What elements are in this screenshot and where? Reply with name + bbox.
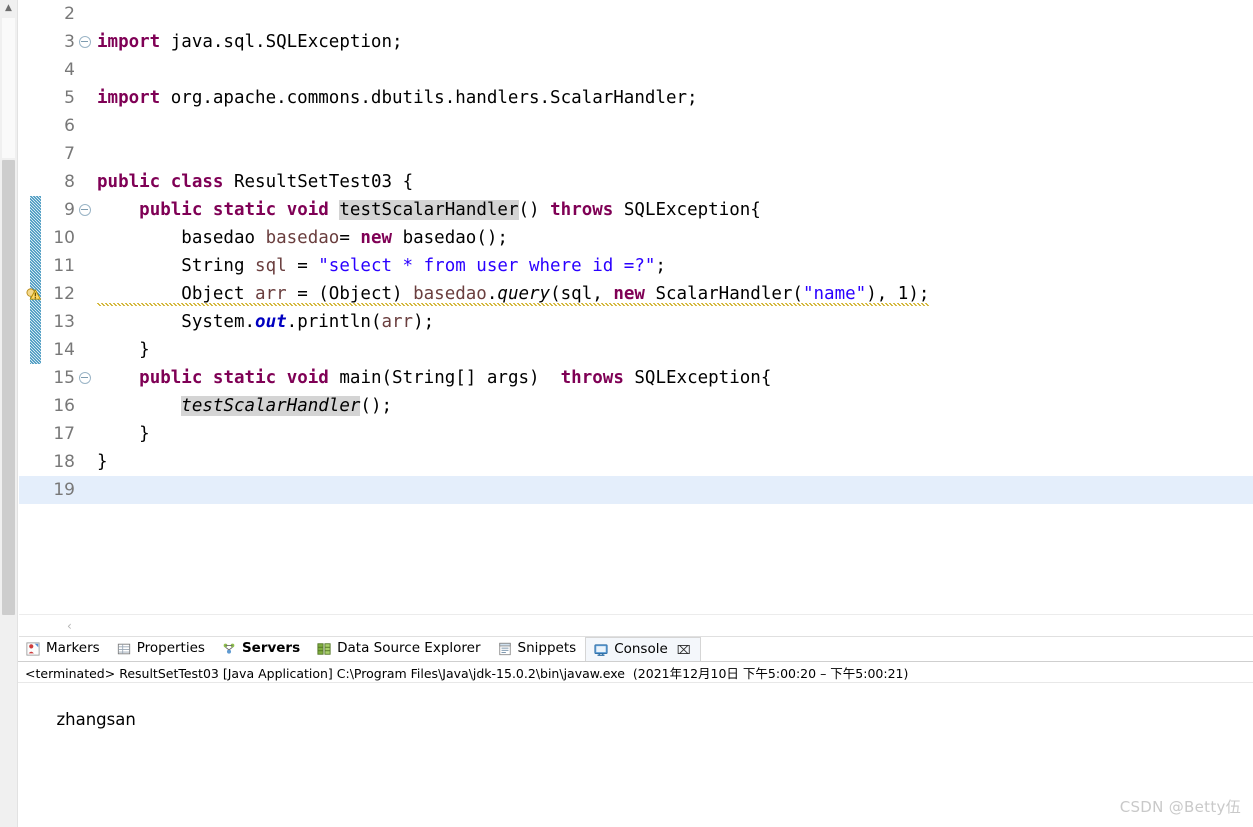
- view-tab-label: Servers: [241, 640, 301, 657]
- fold-collapse-icon[interactable]: [77, 36, 92, 48]
- console-output-area[interactable]: zhangsan CSDN @Betty伍: [18, 683, 1253, 827]
- line-number: 6: [64, 116, 75, 136]
- code-line-text: System.out.println(arr);: [97, 312, 435, 332]
- code-line-11[interactable]: 11 String sql = "select * from user wher…: [19, 252, 1253, 280]
- properties-icon: [116, 641, 132, 657]
- code-line-8[interactable]: 8 public class ResultSetTest03 {: [19, 168, 1253, 196]
- code-line-14[interactable]: 14 }: [19, 336, 1253, 364]
- code-line-15[interactable]: 15 public static void main(String[] args…: [19, 364, 1253, 392]
- line-number: 10: [53, 228, 75, 248]
- line-number: 7: [64, 144, 75, 164]
- line-number: 2: [64, 4, 75, 24]
- bottom-view-stack: Markers Properties Servers Data Source Expl…: [0, 637, 1253, 827]
- view-tab-console[interactable]: Console ⌧: [585, 637, 701, 661]
- code-line-text: public static void testScalarHandler() t…: [139, 200, 761, 220]
- line-number: 4: [64, 60, 75, 80]
- code-line-text: public static void main(String[] args) t…: [139, 368, 772, 388]
- scrollbar-thumb[interactable]: [2, 160, 15, 615]
- line-number: 17: [53, 424, 75, 444]
- view-tab-properties[interactable]: Properties: [109, 637, 214, 661]
- code-line-text: }: [97, 340, 150, 360]
- code-lines-container: 2 3 import java.sql.SQLException; 4 5 import …: [19, 0, 1253, 504]
- view-tab-label: Markers: [46, 640, 100, 657]
- code-line-12[interactable]: 12 Object arr = (Object) basedao.query(s…: [19, 280, 1253, 308]
- code-line-text: basedao basedao= new basedao();: [97, 228, 508, 248]
- bottom-panel-left-rail: [0, 637, 18, 827]
- snippets-icon: [497, 641, 513, 657]
- code-line-4[interactable]: 4: [19, 56, 1253, 84]
- view-tab-data-source-explorer[interactable]: Data Source Explorer: [309, 637, 489, 661]
- code-area[interactable]: 2 3 import java.sql.SQLException; 4 5 import …: [19, 0, 1253, 614]
- view-tab-markers[interactable]: Markers: [18, 637, 109, 661]
- code-line-16[interactable]: 16 testScalarHandler();: [19, 392, 1253, 420]
- code-line-18[interactable]: 18}: [19, 448, 1253, 476]
- code-line-13[interactable]: 13 System.out.println(arr);: [19, 308, 1253, 336]
- line-number: 3: [64, 32, 75, 52]
- code-line-text: import java.sql.SQLException;: [97, 32, 403, 52]
- scrollbar-up-arrow-icon[interactable]: ▲: [0, 0, 17, 17]
- view-tab-label: Data Source Explorer: [337, 640, 481, 657]
- code-line-text: }: [97, 452, 108, 472]
- code-line-2[interactable]: 2: [19, 0, 1253, 28]
- warning-icon-glyph: [25, 287, 41, 300]
- line-number: 8: [64, 172, 75, 192]
- code-line-text: String sql = "select * from user where i…: [97, 256, 666, 276]
- view-tab-bar: Markers Properties Servers Data Source Expl…: [18, 637, 1253, 662]
- close-icon[interactable]: ⌧: [677, 644, 691, 656]
- line-number: 9: [64, 200, 75, 220]
- markers-icon: [25, 641, 41, 657]
- console-output-text: zhangsan: [56, 710, 136, 729]
- code-line-17[interactable]: 17 }: [19, 420, 1253, 448]
- code-line-text: import org.apache.commons.dbutils.handle…: [97, 88, 698, 108]
- code-line-text: public class ResultSetTest03 {: [97, 172, 414, 192]
- code-line-10[interactable]: 10 basedao basedao= new basedao();: [19, 224, 1253, 252]
- code-line-9[interactable]: 9 public static void testScalarHandler()…: [19, 196, 1253, 224]
- fold-collapse-icon[interactable]: [77, 204, 92, 216]
- view-tab-snippets[interactable]: Snippets: [490, 637, 586, 661]
- line-number: 19: [53, 480, 75, 500]
- code-line-6[interactable]: 6: [19, 112, 1253, 140]
- line-number: 5: [64, 88, 75, 108]
- console-icon: [593, 642, 609, 658]
- view-tab-label: Snippets: [517, 640, 577, 657]
- console-launch-status: <terminated> ResultSetTest03 [Java Appli…: [18, 662, 1253, 683]
- servers-icon: [221, 641, 237, 657]
- editor-pane: 2 3 import java.sql.SQLException; 4 5 import …: [18, 0, 1253, 637]
- editor-vertical-scrollbar[interactable]: ▲: [0, 0, 18, 637]
- java-editor: ▲ 2 3 import java.sql.SQLException; 4 5 impor…: [0, 0, 1253, 637]
- code-line-5[interactable]: 5 import org.apache.commons.dbutils.handl…: [19, 84, 1253, 112]
- line-number: 13: [53, 312, 75, 332]
- warning-marker-icon[interactable]: [25, 286, 41, 302]
- code-line-7[interactable]: 7: [19, 140, 1253, 168]
- code-line-19[interactable]: 19: [19, 476, 1253, 504]
- hscroll-left-arrow-icon[interactable]: ‹: [67, 620, 72, 632]
- line-number: 18: [53, 452, 75, 472]
- code-line-text: }: [97, 424, 150, 444]
- eclipse-ide-window: ▲ 2 3 import java.sql.SQLException; 4 5 impor…: [0, 0, 1253, 827]
- line-number: 15: [53, 368, 75, 388]
- view-tab-label: Console: [614, 640, 668, 657]
- line-number: 14: [53, 340, 75, 360]
- scrollbar-track[interactable]: [2, 18, 15, 158]
- view-tab-servers[interactable]: Servers: [214, 637, 309, 661]
- editor-horizontal-scrollbar[interactable]: ‹: [19, 614, 1253, 637]
- line-number: 11: [53, 256, 75, 276]
- code-line-text: Object arr = (Object) basedao.query(sql,…: [97, 284, 930, 306]
- view-tab-label: Properties: [136, 640, 205, 657]
- watermark: CSDN @Betty伍: [1119, 798, 1241, 816]
- code-line-text: testScalarHandler();: [181, 396, 393, 416]
- code-line-3[interactable]: 3 import java.sql.SQLException;: [19, 28, 1253, 56]
- line-number: 16: [53, 396, 75, 416]
- data-source-explorer-icon: [316, 641, 332, 657]
- fold-collapse-icon[interactable]: [77, 372, 92, 384]
